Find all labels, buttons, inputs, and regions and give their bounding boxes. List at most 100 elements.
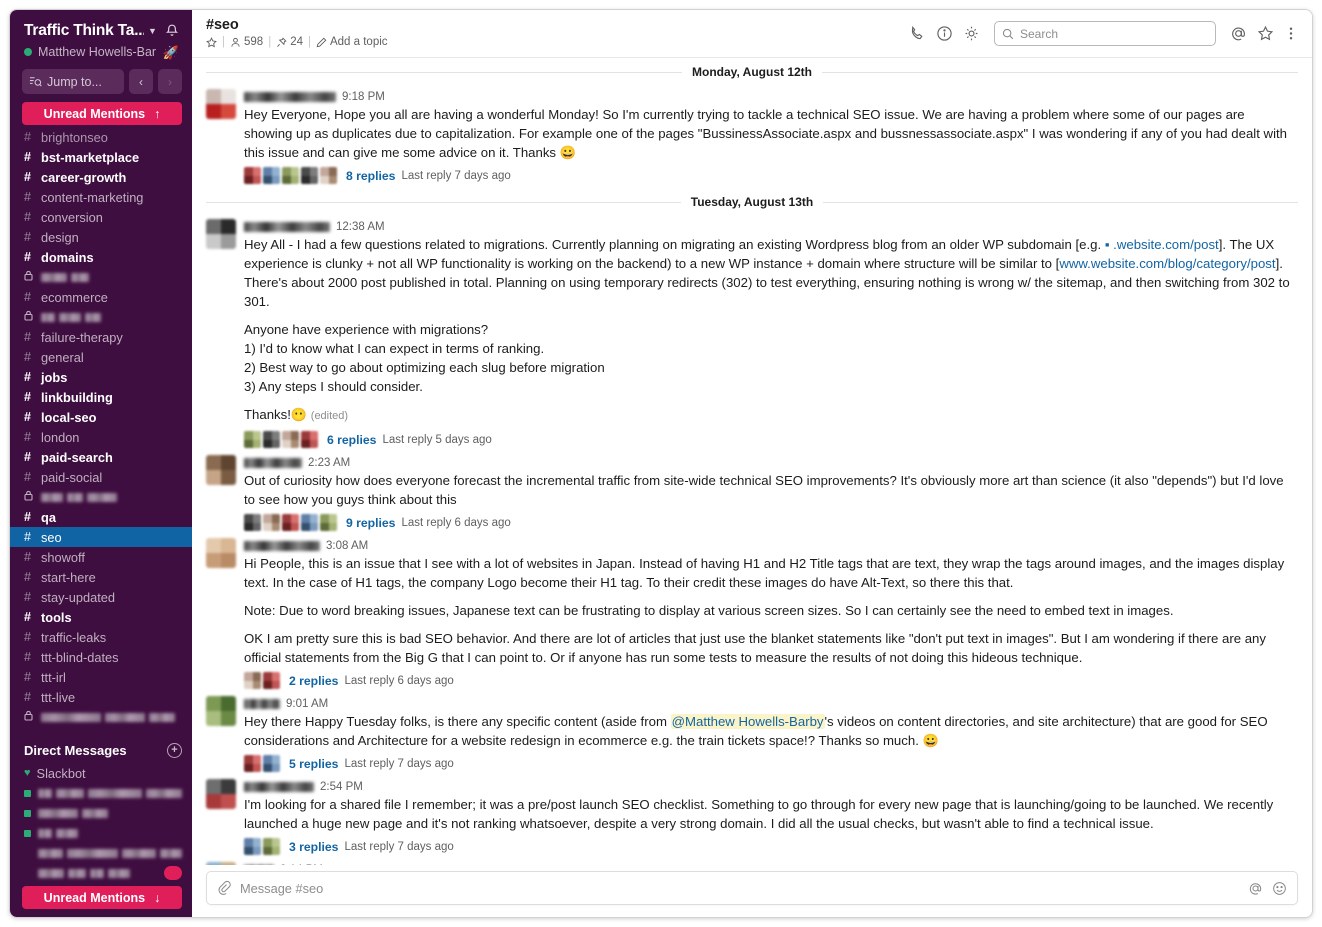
chevron-down-icon[interactable]: ▼ (148, 26, 157, 36)
sidebar-item-paid-social[interactable]: # paid-social (10, 467, 192, 487)
thread-replies[interactable]: 5 replies Last reply 7 days ago (244, 754, 1296, 773)
rocket-icon[interactable]: 🚀 (163, 45, 179, 61)
star-icon[interactable] (1257, 25, 1274, 42)
sidebar-item-seo[interactable]: # seo (10, 527, 192, 547)
thread-replies[interactable]: 6 replies Last reply 5 days ago (244, 430, 1296, 449)
author-name-redacted[interactable] (244, 699, 280, 709)
author-name-redacted[interactable] (244, 92, 336, 102)
message-input[interactable]: Message #seo (206, 871, 1298, 905)
sidebar-item-general[interactable]: # general (10, 347, 192, 367)
unread-mentions-bottom-banner[interactable]: Unread Mentions ↓ (22, 886, 182, 909)
sidebar-item-bst-marketplace[interactable]: # bst-marketplace (10, 147, 192, 167)
thread-participant-avatar[interactable] (244, 755, 261, 772)
history-back-button[interactable]: ‹ (129, 69, 153, 94)
thread-participant-avatar[interactable] (263, 514, 280, 531)
thread-reply-count[interactable]: 3 replies (289, 840, 338, 854)
unread-mentions-top-banner[interactable]: Unread Mentions ↑ (22, 102, 182, 125)
star-channel-icon[interactable] (206, 37, 217, 48)
thread-reply-count[interactable]: 8 replies (346, 169, 395, 183)
avatar[interactable] (206, 779, 236, 809)
sidebar-item-career-growth[interactable]: # career-growth (10, 167, 192, 187)
thread-replies[interactable]: 9 replies Last reply 6 days ago (244, 513, 1296, 532)
sidebar-item-linkbuilding[interactable]: # linkbuilding (10, 387, 192, 407)
sidebar-item-conversion[interactable]: # conversion (10, 207, 192, 227)
gear-icon[interactable] (963, 25, 980, 42)
author-name-redacted[interactable] (244, 865, 274, 866)
dm-item-redacted[interactable] (10, 803, 192, 823)
sidebar-item-start-here[interactable]: # start-here (10, 567, 192, 587)
info-icon[interactable] (936, 25, 953, 42)
emoji-icon[interactable] (1272, 881, 1287, 896)
thread-reply-count[interactable]: 9 replies (346, 516, 395, 530)
avatar[interactable] (206, 89, 236, 119)
mention-icon[interactable] (1248, 881, 1263, 896)
pin-count[interactable]: 24 (276, 35, 303, 50)
dm-item-redacted[interactable] (10, 863, 192, 883)
sidebar-item-domains[interactable]: # domains (10, 247, 192, 267)
sidebar-item-ttt-live[interactable]: # ttt-live (10, 687, 192, 707)
sidebar-item-stay-updated[interactable]: # stay-updated (10, 587, 192, 607)
jump-to-input[interactable]: Jump to... (22, 69, 124, 94)
sidebar-channel-redacted[interactable] (10, 267, 192, 287)
team-header[interactable]: Traffic Think Ta... ▼ (10, 10, 192, 44)
thread-participant-avatar[interactable] (263, 431, 280, 448)
thread-replies[interactable]: 8 replies Last reply 7 days ago (244, 166, 1296, 185)
dm-item-redacted[interactable] (10, 843, 192, 863)
author-name-redacted[interactable] (244, 541, 320, 551)
thread-participant-avatar[interactable] (301, 167, 318, 184)
history-forward-button[interactable]: › (158, 69, 182, 94)
thread-participant-avatar[interactable] (320, 167, 337, 184)
thread-participant-avatar[interactable] (263, 167, 280, 184)
user-mention[interactable]: @Matthew Howells-Barby (671, 714, 825, 729)
thread-participant-avatar[interactable] (263, 838, 280, 855)
phone-icon[interactable] (909, 25, 926, 42)
message-list[interactable]: Monday, August 12th 9:18 PM Hey Everyone, … (192, 58, 1312, 865)
thread-reply-count[interactable]: 2 replies (289, 674, 338, 688)
sidebar-channel-redacted[interactable] (10, 487, 192, 507)
channel-list[interactable]: # brightonseo # bst-marketplace # career-grow… (10, 125, 192, 917)
thread-participant-avatar[interactable] (244, 431, 261, 448)
sidebar-item-design[interactable]: # design (10, 227, 192, 247)
author-name-redacted[interactable] (244, 458, 302, 468)
sidebar-item-brightonseo[interactable]: # brightonseo (10, 127, 192, 147)
sidebar-item-content-marketing[interactable]: # content-marketing (10, 187, 192, 207)
avatar[interactable] (206, 455, 236, 485)
thread-participant-avatar[interactable] (301, 431, 318, 448)
thread-participant-avatar[interactable] (244, 167, 261, 184)
avatar[interactable] (206, 696, 236, 726)
bell-icon[interactable] (164, 23, 180, 39)
dm-item-slackbot[interactable]: ♥ Slackbot (10, 763, 192, 783)
thread-participant-avatar[interactable] (263, 672, 280, 689)
add-dm-icon[interactable]: + (167, 743, 182, 758)
thread-replies[interactable]: 3 replies Last reply 7 days ago (244, 837, 1296, 856)
sidebar-item-tools[interactable]: # tools (10, 607, 192, 627)
avatar[interactable] (206, 219, 236, 249)
sidebar-item-ttt-irl[interactable]: # ttt-irl (10, 667, 192, 687)
sidebar-item-london[interactable]: # london (10, 427, 192, 447)
thread-participant-avatar[interactable] (282, 431, 299, 448)
thread-participant-avatar[interactable] (244, 514, 261, 531)
author-name-redacted[interactable] (244, 782, 314, 792)
sidebar-item-qa[interactable]: # qa (10, 507, 192, 527)
thread-reply-count[interactable]: 5 replies (289, 757, 338, 771)
kebab-menu-icon[interactable] (1284, 25, 1298, 42)
team-name[interactable]: Traffic Think Ta... (24, 22, 144, 40)
sidebar-item-showoff[interactable]: # showoff (10, 547, 192, 567)
inline-link[interactable]: www.website.com/blog/category/post (1059, 256, 1275, 271)
sidebar-item-paid-search[interactable]: # paid-search (10, 447, 192, 467)
add-topic-button[interactable]: Add a topic (316, 35, 388, 50)
sidebar-item-traffic-leaks[interactable]: # traffic-leaks (10, 627, 192, 647)
thread-participant-avatar[interactable] (244, 672, 261, 689)
avatar[interactable] (206, 538, 236, 568)
mentions-icon[interactable] (1230, 25, 1247, 42)
thread-participant-avatar[interactable] (282, 167, 299, 184)
thread-participant-avatar[interactable] (282, 514, 299, 531)
dm-item-redacted[interactable] (10, 783, 192, 803)
thread-reply-count[interactable]: 6 replies (327, 433, 376, 447)
attachment-icon[interactable] (217, 880, 231, 896)
author-name-redacted[interactable] (244, 222, 330, 232)
sidebar-item-failure-therapy[interactable]: # failure-therapy (10, 327, 192, 347)
inline-link[interactable]: .website.com/post (1113, 237, 1219, 252)
sidebar-channel-redacted[interactable] (10, 307, 192, 327)
thread-participant-avatar[interactable] (301, 514, 318, 531)
